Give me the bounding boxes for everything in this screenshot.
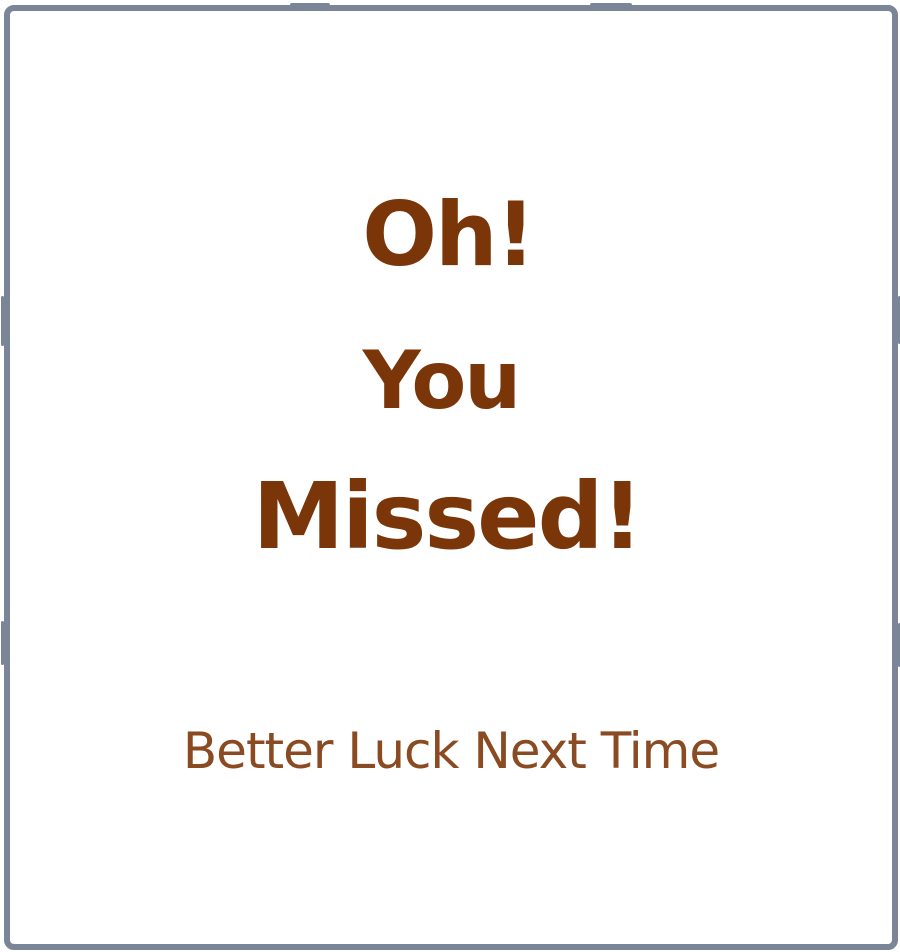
headline-oh: Oh!	[362, 183, 536, 286]
headline-you: You	[362, 334, 522, 427]
frame-tab	[1, 621, 4, 665]
subtitle-message: Better Luck Next Time	[182, 722, 720, 780]
headline-missed: Missed!	[252, 463, 644, 570]
frame-tab	[590, 3, 632, 7]
result-card: Oh! You Missed! Better Luck Next Time	[1, 3, 900, 950]
frame-tab	[1, 296, 4, 346]
frame-tab	[290, 3, 330, 7]
